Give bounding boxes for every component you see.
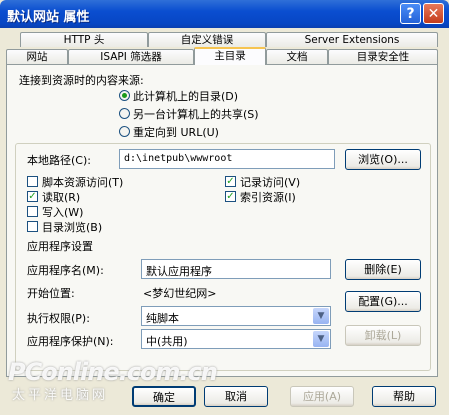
radio-local-directory-label[interactable]: 此计算机上的目录(D) [133,88,238,104]
configure-button[interactable]: 配置(G)... [345,291,421,312]
ok-button[interactable]: 确定 [132,386,196,407]
radio-redirect-url[interactable] [119,126,130,137]
app-name-label: 应用程序名(M): [27,264,104,277]
tab-isapi-filters[interactable]: ISAPI 筛选器 [68,49,194,64]
checkbox-index-resource[interactable]: ✓ [225,191,236,202]
checkbox-log-visits[interactable]: ✓ [225,176,236,187]
tab-documents[interactable]: 文档 [266,49,328,64]
tab-website[interactable]: 网站 [6,49,68,64]
browse-button[interactable]: 浏览(O)... [345,149,421,170]
tab-server-extensions[interactable]: Server Extensions [266,32,438,47]
content-source-label: 连接到资源时的内容来源: [19,74,144,87]
exec-permissions-select[interactable]: 纯脚本 ▼ [141,306,331,326]
radio-local-directory[interactable] [119,90,130,101]
checkbox-read[interactable]: ✓ [27,191,38,202]
checkbox-write-label[interactable]: 写入(W) [42,204,83,220]
title-bar[interactable]: 默认网站 属性 ? ✕ [0,0,449,28]
app-protection-select[interactable]: 中(共用) ▼ [141,329,331,349]
chevron-down-icon[interactable]: ▼ [313,308,329,324]
home-directory-panel: 连接到资源时的内容来源: 此计算机上的目录(D) 另一台计算机上的共享(S) 重… [6,64,438,377]
watermark-sub: 太平洋电脑网 [12,388,109,403]
help-button[interactable]: 帮助 [372,386,436,407]
checkbox-index-resource-label[interactable]: 索引资源(I) [240,189,296,205]
tab-http-headers[interactable]: HTTP 头 [20,32,148,47]
local-path-input[interactable]: d:\inetpub\wwwroot [119,149,335,169]
tab-custom-errors[interactable]: 自定义错误 [148,32,266,47]
radio-network-share[interactable] [119,108,130,119]
checkbox-write[interactable] [27,206,38,217]
app-settings-heading: 应用程序设置 [27,240,93,253]
close-icon[interactable]: ✕ [423,3,444,24]
chevron-down-icon[interactable]: ▼ [313,331,329,347]
start-point-label: 开始位置: [27,287,75,300]
checkbox-script-source[interactable] [27,176,38,187]
cancel-button[interactable]: 取消 [204,386,268,407]
remove-button[interactable]: 删除(E) [345,259,421,280]
radio-redirect-url-label[interactable]: 重定向到 URL(U) [133,124,219,140]
tab-directory-security[interactable]: 目录安全性 [328,49,438,64]
tab-home-directory[interactable]: 主目录 [194,47,266,65]
watermark-brand: PConline.com.cn [8,358,218,386]
exec-permissions-label: 执行权限(P): [27,312,90,325]
app-name-input[interactable]: 默认应用程序 [141,259,331,279]
radio-network-share-label[interactable]: 另一台计算机上的共享(S) [133,106,259,122]
start-point-value: <梦幻世纪网> [143,287,217,300]
local-path-label: 本地路径(C): [27,154,91,167]
checkbox-script-source-label[interactable]: 脚本资源访问(T) [42,174,123,190]
exec-permissions-value: 纯脚本 [146,312,179,325]
checkbox-read-label[interactable]: 读取(R) [42,189,80,205]
app-protection-label: 应用程序保护(N): [27,335,114,348]
unload-button[interactable]: 卸载(L) [345,325,421,346]
checkbox-log-visits-label[interactable]: 记录访问(V) [240,174,300,190]
window-title: 默认网站 属性 [7,10,90,25]
apply-button[interactable]: 应用(A) [290,386,354,407]
checkbox-directory-browsing[interactable] [27,221,38,232]
checkbox-directory-browsing-label[interactable]: 目录浏览(B) [42,219,102,235]
help-icon[interactable]: ? [400,3,421,24]
app-protection-value: 中(共用) [146,335,188,348]
